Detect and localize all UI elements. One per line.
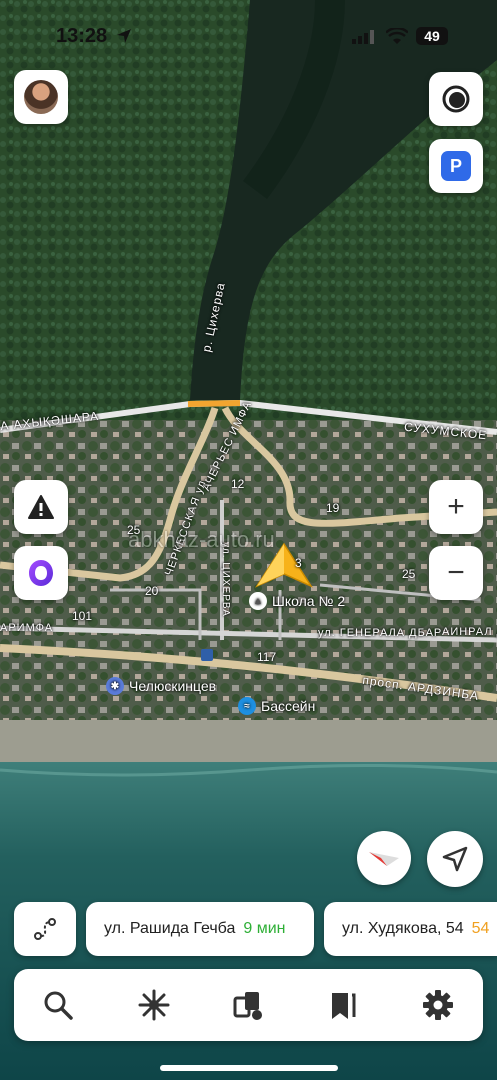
street-label: АРИМФА <box>0 622 54 634</box>
battery-indicator: 49 <box>416 27 448 45</box>
parking-icon: P <box>441 151 471 181</box>
zoom-in-button[interactable]: + <box>429 480 483 534</box>
status-bar: 13:28 49 <box>0 22 497 52</box>
poi-label: Школа № 2 <box>272 593 346 609</box>
bottom-tab-bar <box>14 969 483 1041</box>
zoom-out-button[interactable]: − <box>429 546 483 600</box>
palm-tree-icon: ✱ <box>106 677 124 695</box>
graduation-cap-icon: ▲ <box>249 592 267 610</box>
street-label: АИНРАЛ Д <box>442 626 497 638</box>
house-number: 117 <box>257 650 277 664</box>
tab-transport[interactable] <box>230 987 266 1023</box>
alice-button[interactable] <box>14 546 68 600</box>
bookmarks-icon <box>332 993 356 1019</box>
tab-navigator[interactable] <box>136 987 172 1023</box>
house-number: 3 <box>295 556 302 570</box>
street-label: ул. ГЕНЕРАЛА ДБАР <box>318 627 443 639</box>
alice-icon <box>442 85 470 113</box>
house-number: 101 <box>72 609 93 623</box>
avatar <box>24 80 58 114</box>
routes-button[interactable] <box>14 902 76 956</box>
profile-button[interactable] <box>14 70 68 124</box>
poi-school[interactable]: ▲ Школа № 2 <box>249 592 345 610</box>
route-icon <box>34 918 56 940</box>
street-label: ул. ЦИХЕРВА <box>219 542 231 617</box>
clock: 13:28 <box>56 25 108 47</box>
route-suggestion[interactable]: ул. Рашида Гечба 9 мин <box>86 902 314 956</box>
transport-icon <box>233 992 262 1020</box>
poi-label: Челюскинцев <box>129 678 217 694</box>
poi-label: Бассейн <box>261 698 316 714</box>
my-location-button[interactable] <box>427 831 483 887</box>
navigation-arrow-icon <box>442 846 468 872</box>
poi-chelyuskintsev[interactable]: ✱ Челюскинцев <box>106 677 216 695</box>
tab-bookmarks[interactable] <box>325 987 361 1023</box>
warning-triangle-icon <box>28 495 54 519</box>
route-destination: ул. Рашида Гечба <box>104 920 236 937</box>
swimmer-icon: ≈ <box>238 697 256 715</box>
parking-button[interactable]: P <box>429 139 483 193</box>
cellular-signal-icon <box>352 30 374 44</box>
route-destination: ул. Худякова, 54 <box>342 920 464 937</box>
search-icon <box>44 991 73 1020</box>
tab-search[interactable] <box>40 987 76 1023</box>
wifi-icon <box>386 28 408 44</box>
tab-settings[interactable] <box>420 987 456 1023</box>
poi-pool[interactable]: ≈ Бассейн <box>238 697 315 715</box>
road-event-button[interactable] <box>14 480 68 534</box>
alice-icon <box>29 560 53 586</box>
alice-top-button[interactable] <box>429 72 483 126</box>
beach <box>0 720 497 768</box>
navigator-icon <box>138 989 170 1021</box>
compass-button[interactable] <box>357 831 411 885</box>
settings-icon <box>423 990 453 1020</box>
location-arrow-icon <box>117 29 131 43</box>
route-eta: 54 <box>471 920 490 937</box>
compass-icon <box>369 852 399 866</box>
watermark: abkhaz-auto.ru <box>128 527 275 552</box>
route-suggestion[interactable]: ул. Худякова, 54 54 <box>324 902 497 956</box>
house-number: 20 <box>145 584 159 598</box>
house-number: 12 <box>231 477 245 491</box>
house-number: 19 <box>326 501 340 515</box>
house-number: 25 <box>402 567 416 581</box>
route-eta: 9 мин <box>243 920 286 937</box>
home-indicator <box>160 1065 338 1071</box>
